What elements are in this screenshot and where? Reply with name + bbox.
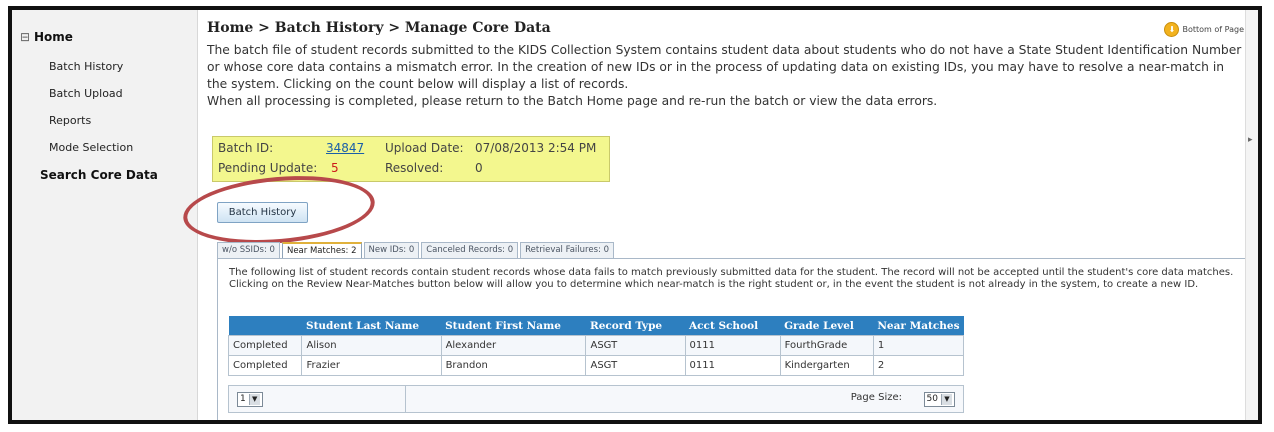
cell-near-matches[interactable]: 1 xyxy=(872,335,965,356)
collapse-icon[interactable]: ⊟ xyxy=(20,30,30,44)
cell-grade-level: FourthGrade xyxy=(779,335,874,356)
cell-grade-level: Kindergarten xyxy=(779,355,874,376)
cell-record-type: ASGT xyxy=(585,335,686,356)
column-header-record-type[interactable]: Record Type xyxy=(585,316,686,336)
panel-description: The following list of student records co… xyxy=(229,267,1234,290)
cell-record-type: ASGT xyxy=(585,355,686,376)
table-pager: 1 ▼ Page Size: 50 ▼ xyxy=(228,385,964,413)
batch-id-link[interactable]: 34847 xyxy=(326,141,364,155)
table-header-row: Student Last Name Student First Name Rec… xyxy=(228,316,964,336)
page-size-value: 50 xyxy=(926,394,938,404)
cell-last-name: Alison xyxy=(301,335,442,356)
near-matches-panel: The following list of student records co… xyxy=(217,258,1249,420)
sidebar-item-batch-upload[interactable]: Batch Upload xyxy=(49,87,123,100)
column-header-near-matches[interactable]: Near Matches xyxy=(873,316,964,336)
chevron-down-icon[interactable]: ▼ xyxy=(941,394,952,405)
page-size-label: Page Size: xyxy=(850,392,902,403)
chevron-down-icon[interactable]: ▼ xyxy=(248,394,260,405)
breadcrumb: Home > Batch History > Manage Core Data xyxy=(207,20,551,36)
tab-without-ssids[interactable]: w/o SSIDs: 0 xyxy=(217,242,280,258)
tab-new-ids[interactable]: New IDs: 0 xyxy=(363,242,420,258)
tab-canceled-records[interactable]: Canceled Records: 0 xyxy=(421,242,519,258)
column-header-status[interactable] xyxy=(228,316,302,336)
vertical-scrollbar[interactable]: ▸ xyxy=(1245,10,1258,420)
main-content: Home > Batch History > Manage Core Data … xyxy=(180,10,1249,420)
highlight-annotation xyxy=(180,168,378,252)
scroll-grip-icon[interactable]: ▸ xyxy=(1248,135,1253,145)
sidebar-item-batch-history[interactable]: Batch History xyxy=(49,60,123,73)
column-header-acct-school[interactable]: Acct School xyxy=(685,316,781,336)
near-matches-table: Student Last Name Student First Name Rec… xyxy=(227,316,965,376)
upload-date-label: Upload Date: xyxy=(385,141,464,155)
cell-acct-school: 0111 xyxy=(684,335,781,356)
cell-last-name: Frazier xyxy=(301,355,442,376)
sidebar-home-label: Home xyxy=(34,30,73,44)
sidebar: ⊟ Home Batch History Batch Upload Reports… xyxy=(12,10,198,420)
cell-first-name: Brandon xyxy=(440,355,587,376)
cell-status[interactable]: Completed xyxy=(227,335,303,356)
column-header-first-name[interactable]: Student First Name xyxy=(441,316,586,336)
pending-update-count[interactable]: 5 xyxy=(331,161,339,175)
cell-near-matches[interactable]: 2 xyxy=(872,355,965,376)
screenshot-frame: ⊟ Home Batch History Batch Upload Reports… xyxy=(8,6,1262,424)
bottom-of-page-link[interactable]: ⬇ Bottom of Page xyxy=(1164,22,1244,37)
intro-text: The batch file of student records submit… xyxy=(207,42,1247,110)
pending-update-label: Pending Update: xyxy=(218,161,318,175)
tab-retrieval-failures[interactable]: Retrieval Failures: 0 xyxy=(520,242,614,258)
cell-acct-school: 0111 xyxy=(684,355,781,376)
batch-id-label: Batch ID: xyxy=(218,141,274,155)
sidebar-home[interactable]: ⊟ Home xyxy=(20,30,73,44)
cell-first-name: Alexander xyxy=(440,335,587,356)
page-number-value: 1 xyxy=(240,394,246,404)
sidebar-item-search-core-data[interactable]: Search Core Data xyxy=(40,168,158,182)
cell-status[interactable]: Completed xyxy=(227,355,303,376)
intro-paragraph: The batch file of student records submit… xyxy=(207,43,1242,91)
page-size-select[interactable]: 50 ▼ xyxy=(923,392,955,407)
upload-date-value: 07/08/2013 2:54 PM xyxy=(475,141,597,155)
resolved-label: Resolved: xyxy=(385,161,444,175)
table-row[interactable]: Completed Alison Alexander ASGT 0111 Fou… xyxy=(227,335,965,356)
bottom-of-page-label: Bottom of Page xyxy=(1182,25,1244,34)
arrow-down-icon: ⬇ xyxy=(1164,22,1180,37)
tab-bar: w/o SSIDs: 0 Near Matches: 2 New IDs: 0 … xyxy=(217,242,616,258)
tab-near-matches[interactable]: Near Matches: 2 xyxy=(281,242,362,258)
sidebar-item-reports[interactable]: Reports xyxy=(49,114,91,127)
batch-summary-box: Batch ID: 34847 Upload Date: 07/08/2013 … xyxy=(212,136,610,182)
resolved-count: 0 xyxy=(475,161,483,175)
column-header-last-name[interactable]: Student Last Name xyxy=(301,316,442,336)
column-header-grade-level[interactable]: Grade Level xyxy=(780,316,874,336)
intro-line2: When all processing is completed, please… xyxy=(207,94,938,108)
pager-page-cell: 1 ▼ xyxy=(229,386,406,412)
page-number-select[interactable]: 1 ▼ xyxy=(237,392,263,407)
sidebar-item-mode-selection[interactable]: Mode Selection xyxy=(49,141,133,154)
table-row[interactable]: Completed Frazier Brandon ASGT 0111 Kind… xyxy=(227,355,965,376)
